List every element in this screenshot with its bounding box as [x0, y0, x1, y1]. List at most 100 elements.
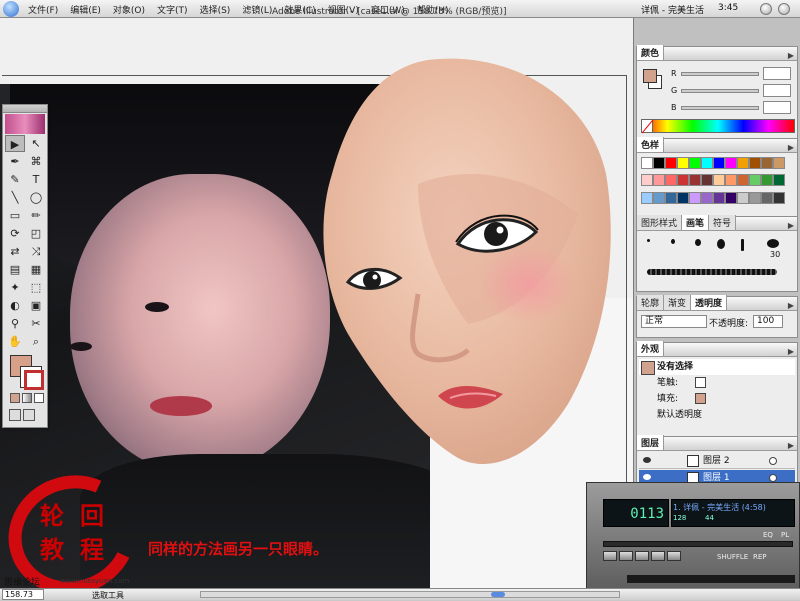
symbol-sprayer-tool-icon[interactable]: ▤	[5, 261, 25, 278]
color-swatch[interactable]	[773, 157, 785, 169]
direct-selection-tool-icon[interactable]: ↖	[26, 135, 46, 152]
eyedropper-tool-icon[interactable]: ◐	[5, 297, 25, 314]
shuffle-toggle[interactable]: SHUFFLE	[717, 553, 748, 561]
zoom-level-field[interactable]: 158.73	[2, 589, 44, 600]
horizontal-scrollbar[interactable]	[200, 591, 620, 598]
color-swatch[interactable]	[713, 191, 725, 204]
color-swatch[interactable]	[761, 157, 773, 169]
color-swatch[interactable]	[653, 191, 665, 204]
eye-icon[interactable]	[643, 474, 651, 480]
menu-select[interactable]: 选择(S)	[194, 3, 237, 16]
document-canvas[interactable]: 轮 回 教 程 同样的方法画另一只眼睛。	[0, 18, 633, 588]
current-tool-status[interactable]: 选取工具	[92, 590, 124, 601]
menu-edit[interactable]: 编辑(E)	[64, 3, 107, 16]
layer-row[interactable]: 图层 2	[639, 453, 795, 469]
blend-mode-select[interactable]: 正常	[641, 315, 707, 328]
tab-color[interactable]: 颜色	[637, 45, 665, 60]
appearance-stroke-row[interactable]: 笔触:	[639, 375, 795, 391]
color-swatch[interactable]	[737, 191, 749, 204]
tab-gradient[interactable]: 渐变	[664, 295, 692, 310]
color-swatch[interactable]	[713, 174, 725, 187]
panel-menu-icon[interactable]: ▶	[785, 347, 797, 356]
art-brush-preset[interactable]	[647, 269, 777, 275]
zoom-button[interactable]	[778, 3, 790, 15]
panel-menu-icon[interactable]: ▶	[785, 441, 797, 450]
red-value-field[interactable]	[763, 67, 791, 80]
free-transform-tool-icon[interactable]: ⤨	[26, 243, 46, 260]
color-swatch[interactable]	[677, 174, 689, 187]
color-swatch[interactable]	[665, 174, 677, 187]
color-swatch[interactable]	[761, 174, 773, 187]
equalizer-toggle[interactable]: EQ	[763, 531, 773, 539]
playlist-toggle[interactable]: PL	[781, 531, 789, 539]
scale-tool-icon[interactable]: ◰	[26, 225, 46, 242]
brush-preset[interactable]	[671, 239, 675, 244]
color-swatch[interactable]	[725, 191, 737, 204]
mesh-tool-icon[interactable]: ✦	[5, 279, 25, 296]
tab-swatches[interactable]: 色样	[637, 137, 665, 152]
slice-tool-icon[interactable]: ⚲	[5, 315, 25, 332]
color-swatch[interactable]	[773, 191, 785, 204]
color-swatch[interactable]	[749, 191, 761, 204]
tab-graphic-styles[interactable]: 图形样式	[637, 215, 683, 230]
layer-target-icon[interactable]	[769, 474, 777, 482]
appearance-opacity-row[interactable]: 默认透明度	[639, 407, 795, 423]
red-slider[interactable]	[681, 72, 759, 76]
apple-logo-icon[interactable]	[3, 1, 19, 17]
color-swatch[interactable]	[641, 174, 653, 187]
none-mode-button[interactable]	[34, 393, 44, 403]
selection-tool-icon[interactable]: ▶	[5, 135, 25, 152]
color-swatch[interactable]	[701, 157, 713, 169]
color-swatch[interactable]	[761, 191, 773, 204]
color-swatch[interactable]	[641, 157, 653, 169]
color-swatch[interactable]	[701, 174, 713, 187]
minimize-button[interactable]	[760, 3, 772, 15]
green-value-field[interactable]	[763, 84, 791, 97]
magic-wand-tool-icon[interactable]: ✒	[5, 153, 25, 170]
brush-preset[interactable]	[767, 239, 779, 248]
tab-stroke[interactable]: 轮廓	[637, 295, 665, 310]
panel-menu-icon[interactable]: ▶	[785, 221, 797, 230]
reflect-tool-icon[interactable]: ⇄	[5, 243, 25, 260]
gradient-mode-button[interactable]	[22, 393, 32, 403]
play-button[interactable]	[619, 551, 633, 561]
appearance-fill-row[interactable]: 填充:	[639, 391, 795, 407]
color-swatch[interactable]	[725, 157, 737, 169]
green-slider[interactable]	[681, 89, 759, 93]
stroke-attribute-icon[interactable]	[695, 377, 706, 388]
zoom-tool-icon[interactable]: ⌕	[26, 333, 46, 350]
color-swatch[interactable]	[653, 157, 665, 169]
color-swatch[interactable]	[677, 191, 689, 204]
color-swatch[interactable]	[725, 174, 737, 187]
color-swatch[interactable]	[641, 191, 653, 204]
lasso-tool-icon[interactable]: ⌘	[26, 153, 46, 170]
ellipse-tool-icon[interactable]: ◯	[26, 189, 46, 206]
color-swatch[interactable]	[665, 191, 677, 204]
tab-symbols[interactable]: 符号	[709, 215, 737, 230]
color-swatch[interactable]	[737, 157, 749, 169]
menu-object[interactable]: 对象(O)	[107, 3, 151, 16]
color-swatch[interactable]	[749, 174, 761, 187]
color-swatch[interactable]	[689, 191, 701, 204]
graph-tool-icon[interactable]: ▦	[26, 261, 46, 278]
line-tool-icon[interactable]: ╲	[5, 189, 25, 206]
standard-screen-mode-button[interactable]	[9, 409, 21, 421]
appearance-target[interactable]: 没有选择	[639, 359, 795, 375]
toolbox-titlebar[interactable]	[3, 105, 47, 113]
fill-attribute-icon[interactable]	[695, 393, 706, 404]
brush-preset[interactable]	[741, 239, 744, 251]
opacity-field[interactable]: 100	[753, 315, 783, 328]
vector-face-artwork[interactable]	[318, 54, 618, 474]
gradient-tool-icon[interactable]: ⬚	[26, 279, 46, 296]
panel-menu-icon[interactable]: ▶	[785, 143, 797, 152]
full-screen-menu-mode-button[interactable]	[23, 409, 35, 421]
color-mode-button[interactable]	[10, 393, 20, 403]
media-player-window[interactable]: 0113 1. 详佩 - 完美生活 (4:58) 128 44 EQ PL SH…	[586, 482, 800, 590]
scrollbar-thumb[interactable]	[491, 592, 505, 597]
layer-target-icon[interactable]	[769, 457, 777, 465]
pencil-tool-icon[interactable]: ✏	[26, 207, 46, 224]
rectangle-tool-icon[interactable]: ▭	[5, 207, 25, 224]
pen-tool-icon[interactable]: ✎	[5, 171, 25, 188]
color-swatch[interactable]	[665, 157, 677, 169]
tab-appearance[interactable]: 外观	[637, 341, 665, 356]
